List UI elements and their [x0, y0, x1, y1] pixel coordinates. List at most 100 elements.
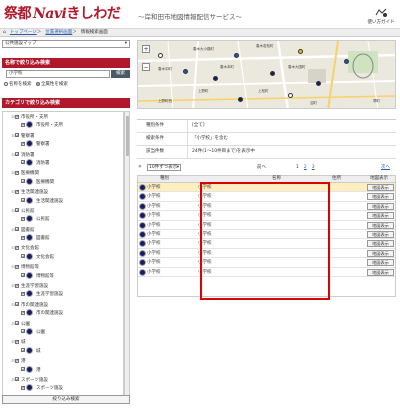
show-map-button[interactable]: 地図表示 — [367, 221, 394, 229]
search-button[interactable]: 検索 — [111, 70, 130, 78]
row-name[interactable]: 小学校 — [198, 268, 212, 277]
category-checkbox[interactable] — [15, 282, 20, 291]
category-group[interactable]: ⊟港 — [3, 356, 123, 366]
row-name[interactable]: 小学校 — [198, 239, 212, 248]
category-group[interactable]: ⊟スポーツ施設 — [3, 375, 123, 385]
next-page-link[interactable]: 次へ — [381, 163, 390, 172]
category-item[interactable]: 消防署 — [3, 158, 123, 168]
category-checkbox[interactable] — [21, 347, 26, 356]
category-checkbox[interactable] — [15, 320, 20, 329]
category-checkbox[interactable] — [21, 234, 26, 243]
category-checkbox[interactable] — [21, 140, 26, 149]
category-item[interactable]: 図書館 — [3, 234, 123, 243]
radio-all[interactable] — [35, 81, 40, 86]
radio-name[interactable] — [4, 81, 8, 86]
guide-button[interactable]: 使い方ガイド — [366, 8, 396, 25]
category-group[interactable]: ⊟医療機関 — [3, 168, 123, 178]
category-item[interactable]: 公園 — [3, 327, 123, 337]
home-icon[interactable]: ⌂ — [3, 30, 6, 35]
category-group[interactable]: ⊟公園 — [3, 319, 123, 329]
table-row[interactable]: 小学校 小学校 地図表示 — [138, 221, 395, 230]
category-checkbox[interactable] — [15, 132, 20, 141]
category-item[interactable]: 生涯学習施設 — [3, 290, 123, 299]
per-page-select[interactable]: 10件ずつ表示 ▾ — [147, 164, 181, 171]
table-row[interactable]: 小学校 小学校 地図表示 — [138, 202, 395, 212]
category-checkbox[interactable] — [15, 151, 20, 160]
map-marker-icon[interactable] — [270, 71, 275, 76]
category-checkbox[interactable] — [15, 113, 20, 122]
map-marker-icon[interactable] — [213, 76, 218, 81]
table-row[interactable]: 小学校 小学校 地図表示 — [138, 239, 395, 249]
category-checkbox[interactable] — [21, 121, 26, 130]
category-item[interactable]: 警察署 — [3, 140, 123, 149]
category-checkbox[interactable] — [15, 244, 20, 253]
category-group[interactable]: ⊟市の関連施設 — [3, 300, 123, 310]
category-checkbox[interactable] — [21, 253, 26, 262]
category-group[interactable]: ⊟博物館等 — [3, 262, 123, 272]
category-item[interactable]: 生活関連施設 — [3, 196, 123, 206]
map-marker-icon[interactable] — [158, 53, 163, 58]
category-item[interactable]: 医療機関 — [3, 177, 123, 187]
tree-scrollbar[interactable] — [124, 111, 130, 399]
row-name[interactable]: 小学校 — [198, 202, 212, 211]
category-item[interactable]: 市役所・支所 — [3, 121, 123, 130]
category-checkbox[interactable] — [21, 272, 26, 281]
row-name[interactable]: 小学校 — [198, 211, 212, 220]
show-map-button[interactable]: 地図表示 — [367, 202, 394, 210]
category-checkbox[interactable] — [15, 301, 20, 310]
category-group[interactable]: ⊟図書館 — [3, 225, 123, 235]
category-group[interactable]: ⊟城 — [3, 337, 123, 347]
map-select[interactable]: 公共施設マップ ▾ — [2, 40, 130, 48]
category-group[interactable]: ⊟市役所・支所 — [3, 112, 123, 122]
category-checkbox[interactable] — [21, 290, 26, 299]
first-page-button[interactable]: « — [138, 162, 142, 171]
map-marker-icon[interactable] — [234, 53, 239, 58]
map-marker-icon[interactable] — [316, 81, 321, 86]
category-checkbox[interactable] — [15, 226, 20, 235]
show-map-button[interactable]: 地図表示 — [367, 212, 394, 220]
category-item[interactable]: 港 — [3, 365, 123, 375]
category-checkbox[interactable] — [15, 263, 20, 272]
row-name[interactable]: 小学校 — [198, 183, 212, 192]
breadcrumb-top[interactable]: トップページ — [10, 30, 37, 35]
page-3[interactable]: 3 — [312, 165, 315, 170]
map-marker-icon[interactable] — [183, 69, 188, 74]
category-group[interactable]: ⊟文化会館 — [3, 243, 123, 253]
page-2[interactable]: 2 — [304, 165, 307, 170]
category-checkbox[interactable] — [21, 215, 26, 224]
table-row[interactable]: 小学校 小学校 地図表示 — [138, 249, 395, 259]
show-map-button[interactable]: 地図表示 — [367, 240, 394, 248]
row-name[interactable]: 小学校 — [198, 221, 212, 230]
category-group[interactable]: ⊟警察署 — [3, 131, 123, 141]
breadcrumb-location[interactable]: 位置選択画面 — [45, 30, 72, 35]
category-group[interactable]: ⊟消防署 — [3, 150, 123, 160]
category-item[interactable]: 公民館 — [3, 215, 123, 224]
map-view[interactable]: + − 春木大小路町 春木若松町 春木中町 春木本町 春木大国町 上野町 上松町… — [137, 40, 396, 109]
category-group[interactable]: ⊟生涯学習施設 — [3, 281, 123, 291]
show-map-button[interactable]: 地図表示 — [367, 259, 394, 267]
table-row[interactable]: 小学校 小学校 地図表示 — [138, 268, 395, 277]
show-map-button[interactable]: 地図表示 — [367, 193, 394, 201]
category-checkbox[interactable] — [15, 188, 20, 197]
row-name[interactable]: 小学校 — [198, 258, 212, 267]
table-row[interactable]: 小学校 小学校 地図表示 — [138, 258, 395, 268]
category-group[interactable]: ⊟生活関連施設 — [3, 187, 123, 197]
show-map-button[interactable]: 地図表示 — [367, 230, 394, 238]
category-checkbox[interactable] — [21, 328, 26, 337]
category-item[interactable]: 市の関連施設 — [3, 309, 123, 318]
zoom-in-button[interactable]: + — [142, 45, 150, 53]
filter-search-button[interactable]: 絞り込み検索 — [2, 395, 130, 404]
table-row[interactable]: 小学校 小学校 地図表示 — [138, 211, 395, 221]
map-marker-icon[interactable] — [298, 49, 303, 54]
category-checkbox[interactable] — [21, 366, 26, 375]
map-marker-icon[interactable] — [344, 59, 349, 64]
table-row[interactable]: 小学校 小学校 地図表示 — [138, 192, 395, 202]
category-checkbox[interactable] — [15, 376, 20, 385]
search-input[interactable]: 小学校 — [6, 70, 110, 78]
category-checkbox[interactable] — [21, 159, 26, 168]
category-checkbox[interactable] — [15, 357, 20, 366]
category-item[interactable]: 城 — [3, 346, 123, 356]
category-group[interactable]: ⊟公民館 — [3, 206, 123, 216]
site-logo[interactable]: 祭都 Naviきしわだ — [4, 3, 121, 23]
category-item[interactable]: 文化会館 — [3, 252, 123, 262]
